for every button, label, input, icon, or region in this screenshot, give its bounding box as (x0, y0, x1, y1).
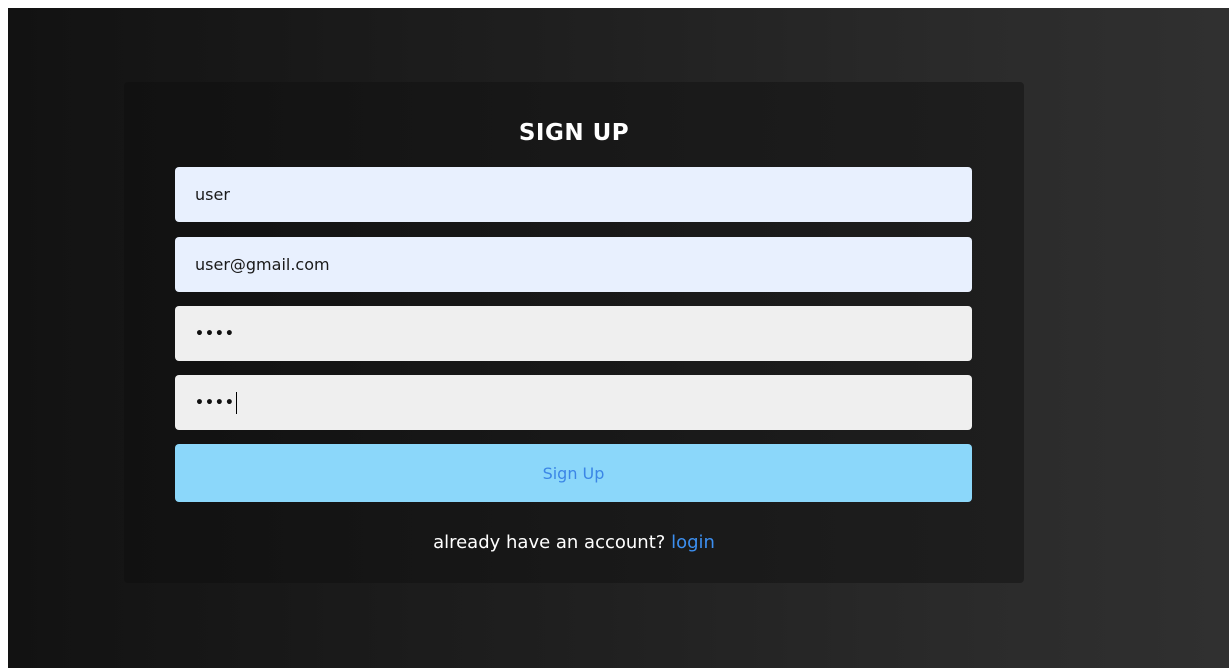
login-prompt: already have an account? login (124, 532, 1024, 553)
username-value: user (195, 185, 230, 204)
signup-card: SIGN UP user user@gmail.com •••• •••• Si… (124, 82, 1024, 583)
login-prompt-text: already have an account? (433, 532, 666, 553)
email-value: user@gmail.com (195, 255, 330, 274)
text-caret (235, 391, 238, 414)
password-field[interactable]: •••• (175, 306, 972, 361)
login-link[interactable]: login (671, 532, 715, 553)
confirm-password-value: •••• (195, 394, 235, 411)
username-field[interactable]: user (175, 167, 972, 222)
confirm-password-field[interactable]: •••• (175, 375, 972, 430)
password-value: •••• (195, 325, 235, 342)
email-field[interactable]: user@gmail.com (175, 237, 972, 292)
sign-up-button[interactable]: Sign Up (175, 444, 972, 502)
page-title: SIGN UP (518, 120, 630, 146)
page-background: SIGN UP user user@gmail.com •••• •••• Si… (8, 8, 1229, 668)
